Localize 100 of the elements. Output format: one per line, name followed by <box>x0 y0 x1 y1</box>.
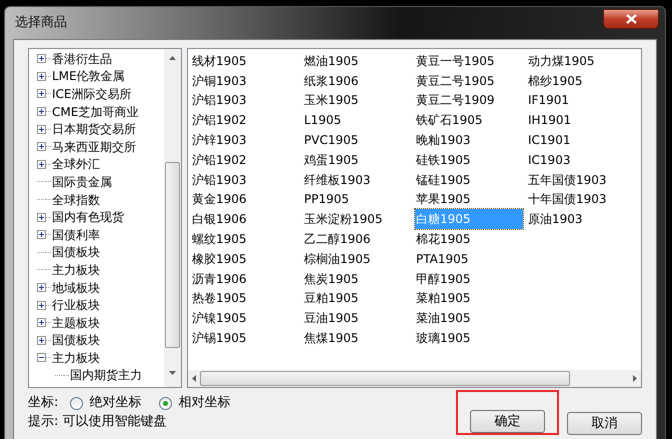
product-item[interactable]: 棉花1905 <box>415 229 472 249</box>
hint-text: 提示: 可以使用智能键盘 <box>28 413 168 431</box>
product-item[interactable]: 乙二醇1906 <box>303 229 372 249</box>
tree-item[interactable]: ICE洲际交易所 <box>51 84 132 103</box>
tree-item[interactable]: 全球指数 <box>51 190 101 209</box>
coordinate-radio[interactable]: 相对坐标 <box>159 393 230 413</box>
expand-icon[interactable] <box>37 160 46 169</box>
tree-item[interactable]: 主力板块 <box>51 348 101 367</box>
product-item[interactable]: 十年国债1903 <box>527 190 608 210</box>
tree-item[interactable]: 全球外汇 <box>51 155 101 174</box>
product-item[interactable]: 沪镍1905 <box>191 308 248 328</box>
product-item[interactable]: 铁矿石1905 <box>415 110 484 130</box>
product-item[interactable]: 螺纹1905 <box>191 229 248 249</box>
product-item[interactable]: 玉米1905 <box>303 90 360 110</box>
expand-icon[interactable] <box>37 336 46 345</box>
product-item[interactable]: 黄豆一号1905 <box>415 51 496 71</box>
tree-item[interactable]: 国债利率 <box>51 226 101 244</box>
product-item[interactable]: 黄豆二号1905 <box>415 70 496 91</box>
product-item[interactable]: 沥青1906 <box>191 268 248 289</box>
scroll-up-icon <box>169 56 176 60</box>
product-item[interactable]: 纸浆1906 <box>303 70 360 91</box>
expand-icon[interactable] <box>37 212 46 222</box>
product-item[interactable]: 橡胶1905 <box>191 248 248 269</box>
tree-item[interactable]: CME芝加哥商业 <box>51 102 140 121</box>
product-item[interactable]: 黄金1906 <box>191 190 248 210</box>
product-item[interactable]: 线材1905 <box>191 51 248 71</box>
product-item[interactable]: 锰硅1905 <box>415 170 472 190</box>
product-item[interactable]: 焦炭1905 <box>303 268 360 289</box>
product-item[interactable]: 硅铁1905 <box>415 150 472 170</box>
product-item[interactable]: 晚籼1903 <box>415 130 472 150</box>
window-title: 选择商品 <box>15 14 67 32</box>
expand-icon[interactable] <box>37 230 46 240</box>
product-item[interactable]: PP1905 <box>303 190 350 210</box>
product-item[interactable]: 动力煤1905 <box>527 51 596 71</box>
expand-icon[interactable] <box>37 107 46 116</box>
tree-item[interactable]: 国内有色现货 <box>51 208 125 226</box>
product-item[interactable]: 棉纱1905 <box>527 70 584 91</box>
expand-icon[interactable] <box>37 124 46 134</box>
product-item[interactable]: 菜粕1905 <box>415 288 472 308</box>
radio-icon[interactable] <box>159 396 172 410</box>
product-item[interactable]: 沪铜1903 <box>191 70 248 91</box>
product-item[interactable]: PTA1905 <box>415 248 470 269</box>
expand-icon[interactable] <box>37 54 46 64</box>
collapse-icon[interactable] <box>37 353 46 362</box>
dialog-button[interactable]: 取消 <box>567 412 642 436</box>
product-item[interactable]: 沪铅1903 <box>191 170 248 190</box>
tree-item[interactable]: 国际贵金属 <box>51 172 113 191</box>
expand-icon[interactable] <box>37 142 46 152</box>
product-item[interactable]: 白银1906 <box>191 209 248 230</box>
product-item[interactable]: 豆油1905 <box>303 308 360 328</box>
expand-icon[interactable] <box>37 318 46 328</box>
tree-item[interactable]: 地域板块 <box>51 278 101 297</box>
product-item[interactable]: 热卷1905 <box>191 288 248 308</box>
product-item[interactable]: IH1901 <box>527 110 572 130</box>
product-item[interactable]: 甲醇1905 <box>415 268 472 289</box>
product-item[interactable]: IC1901 <box>527 130 572 150</box>
tree-item[interactable]: 日本期货交易所 <box>51 120 137 138</box>
product-item[interactable]: IC1903 <box>527 150 572 170</box>
product-item[interactable]: 沪铝1902 <box>191 110 248 130</box>
tree-item[interactable]: 主题板块 <box>51 314 101 332</box>
expand-icon[interactable] <box>37 89 46 98</box>
expand-icon[interactable] <box>37 283 46 292</box>
product-item[interactable]: 燃油1905 <box>303 51 360 71</box>
product-item[interactable]: L1905 <box>303 110 342 130</box>
tree-item[interactable]: 主力板块 <box>51 260 101 279</box>
product-item[interactable]: 焦煤1905 <box>303 328 360 348</box>
scroll-left-icon <box>192 375 196 382</box>
product-item[interactable]: 沪锌1903 <box>191 130 248 150</box>
tree-item[interactable]: 国内期货主力 <box>69 366 143 384</box>
product-item[interactable]: 沪铝1903 <box>191 90 248 110</box>
product-item[interactable]: 棕榈油1905 <box>303 248 372 269</box>
dialog-button[interactable]: 确定 <box>470 410 545 434</box>
product-item[interactable]: 原油1903 <box>527 209 584 230</box>
product-item[interactable]: 沪锡1905 <box>191 328 248 348</box>
tree-item[interactable]: LME伦敦金属 <box>51 67 126 86</box>
product-item[interactable]: 苹果1905 <box>415 190 472 210</box>
tree-item[interactable]: 国债板块 <box>51 331 101 350</box>
tree-item[interactable]: 国债板块 <box>51 243 101 262</box>
vertical-scrollbar[interactable] <box>164 49 181 387</box>
product-item[interactable]: PVC1905 <box>303 130 360 150</box>
close-icon <box>626 14 636 24</box>
product-item[interactable]: 豆粕1905 <box>303 288 360 308</box>
product-item[interactable]: 黄豆二号1909 <box>415 90 496 110</box>
product-item[interactable]: 沪铅1902 <box>191 150 248 170</box>
product-item[interactable]: 玻璃1905 <box>415 328 472 348</box>
product-item[interactable]: 五年国债1903 <box>527 170 608 190</box>
product-item[interactable]: 纤维板1903 <box>303 170 372 190</box>
product-item[interactable]: 菜油1905 <box>415 308 472 328</box>
close-button[interactable] <box>603 9 659 29</box>
horizontal-scrollbar[interactable] <box>188 370 641 387</box>
tree-item[interactable]: 行业板块 <box>51 296 101 314</box>
tree-item[interactable]: 马来西亚期交所 <box>51 138 137 156</box>
tree-item[interactable]: 香港衍生品 <box>51 50 113 68</box>
product-item[interactable]: 鸡蛋1905 <box>303 150 360 170</box>
coordinate-radio[interactable]: 绝对坐标 <box>70 393 142 413</box>
expand-icon[interactable] <box>37 72 46 81</box>
product-item[interactable]: IF1901 <box>527 90 570 110</box>
product-item[interactable]: 玉米淀粉1905 <box>303 209 384 230</box>
expand-icon[interactable] <box>37 300 46 310</box>
radio-icon[interactable] <box>70 396 84 410</box>
